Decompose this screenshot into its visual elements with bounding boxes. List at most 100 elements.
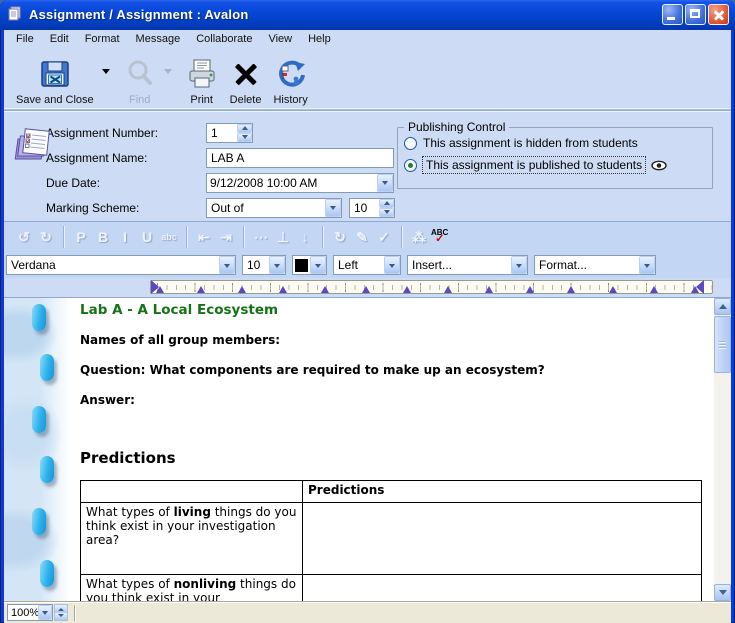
color-dropdown-icon[interactable] [310,256,326,274]
find-button[interactable]: Find [118,51,162,110]
insert-dropdown-icon[interactable] [511,256,527,274]
print-label: Print [190,94,213,106]
insert-select[interactable]: Insert... [407,255,528,275]
toolbar-separator [243,226,244,248]
minimize-button[interactable] [662,4,683,25]
marking-points-stepper[interactable]: 10 [349,198,395,218]
hidden-radio-label[interactable]: This assignment is hidden from students [423,136,638,150]
table-row: What types of living things do you think… [81,503,702,575]
italic-icon[interactable]: I [115,227,135,247]
indent-icon[interactable]: ⇥ [216,227,236,247]
align-dropdown-icon[interactable] [384,256,400,274]
spellcheck-icon[interactable]: ABC ✓ [431,229,448,245]
status-divider [74,605,75,621]
published-radio[interactable] [404,159,417,172]
zoom-down-arrow-icon[interactable] [55,613,67,621]
maximize-button[interactable] [685,4,706,25]
number-up-arrow-icon[interactable] [237,124,252,133]
answer-cell[interactable] [303,575,702,602]
accept-check-icon[interactable]: ✓ [374,227,394,247]
zoom-up-arrow-icon[interactable] [55,605,67,613]
close-button[interactable] [708,4,729,25]
menu-collaborate[interactable]: Collaborate [188,31,260,47]
anchor-icon[interactable]: ⊥ [273,227,293,247]
zoom-stepper[interactable] [54,604,68,621]
formatting-toolbar: ↺ ↻ P B I U abc ⇤ ⇥ ⋯ ⊥ ↓ ↻ ✎ ✓ ⁂ ABC ✓ [4,221,731,252]
insert-rule-icon[interactable]: ⋯ [251,227,271,247]
ruler[interactable] [150,280,713,294]
menu-view[interactable]: View [260,31,300,47]
find-icon [124,56,156,92]
assignment-number-stepper[interactable]: 1 [206,123,253,143]
undo-icon[interactable]: ↺ [14,227,34,247]
font-size-select[interactable]: 10 [242,255,286,275]
ruler-row [4,278,731,297]
menu-file[interactable]: File [8,31,42,47]
font-family-select[interactable]: Verdana [6,255,236,275]
toolbar-separator [186,226,187,248]
due-date-dropdown-icon[interactable] [377,174,393,192]
marking-scheme-dropdown-icon[interactable] [325,199,341,217]
answer-cell[interactable] [303,503,702,575]
font-toolbar: Verdana 10 Left Insert... Format... [4,252,731,278]
right-indent-marker[interactable] [696,280,704,294]
editor-canvas[interactable]: Lab A - A Local Ecosystem Names of all g… [4,298,714,601]
find-dropdown-arrow[interactable] [162,51,180,110]
menu-format[interactable]: Format [77,31,128,47]
toolbar-separator [63,226,64,248]
delete-label: Delete [230,94,262,106]
zoom-value: 100% [11,607,38,619]
hidden-radio[interactable] [404,137,417,150]
refresh-icon[interactable]: ↻ [330,227,350,247]
menu-message[interactable]: Message [128,31,189,47]
size-dropdown-icon[interactable] [269,256,285,274]
points-down-arrow-icon[interactable] [379,208,394,217]
insert-down-icon[interactable]: ↓ [295,227,315,247]
scroll-up-arrow-icon[interactable] [714,298,731,315]
marking-scheme-value: Out of [211,201,325,215]
redo-icon[interactable]: ↻ [36,227,56,247]
left-indent-marker[interactable] [151,280,159,294]
points-up-arrow-icon[interactable] [379,199,394,208]
eye-icon [651,160,667,171]
paragraph-icon[interactable]: P [71,227,91,247]
format-select[interactable]: Format... [534,255,656,275]
font-color-select[interactable] [292,255,327,275]
save-dropdown-arrow[interactable] [100,51,118,110]
published-radio-label[interactable]: This assignment is published to students [423,157,645,173]
font-dropdown-icon[interactable] [219,256,235,274]
delete-button[interactable]: Delete [224,51,268,110]
vertical-scrollbar[interactable] [714,298,731,601]
outdent-icon[interactable]: ⇤ [194,227,214,247]
strikethrough-icon[interactable]: abc [159,227,179,247]
edit-pencil-icon[interactable]: ✎ [352,227,372,247]
format-dropdown-icon[interactable] [639,256,655,274]
title-bar: Assignment / Assignment : Avalon [0,0,735,30]
assignment-name-input[interactable]: LAB A [206,148,394,168]
thesaurus-icon[interactable]: ⁂ [409,227,429,247]
due-date-select[interactable]: 9/12/2008 10:00 AM [206,173,394,193]
underline-icon[interactable]: U [137,227,157,247]
menu-edit[interactable]: Edit [42,31,77,47]
assignment-number-label: Assignment Number: [46,126,206,140]
scroll-down-arrow-icon[interactable] [714,584,731,601]
save-and-close-button[interactable]: Save and Close [10,51,100,110]
history-button[interactable]: History [267,51,313,110]
paragraph-group-members: Names of all group members: [80,333,714,347]
save-icon [39,56,71,92]
assignment-name-label: Assignment Name: [46,151,206,165]
scrollbar-thumb[interactable] [714,316,731,373]
print-button[interactable]: Print [180,51,224,110]
zoom-select[interactable]: 100% [7,604,53,621]
number-down-arrow-icon[interactable] [237,133,252,142]
marking-scheme-select[interactable]: Out of [206,198,342,218]
bold-icon[interactable]: B [93,227,113,247]
history-label: History [273,94,307,106]
window-title: Assignment / Assignment : Avalon [29,7,662,22]
history-icon [275,56,307,92]
find-label: Find [129,94,150,106]
alignment-select[interactable]: Left [333,255,401,275]
paragraph-answer: Answer: [80,393,714,407]
menu-help[interactable]: Help [300,31,339,47]
zoom-dropdown-icon[interactable] [38,605,52,620]
